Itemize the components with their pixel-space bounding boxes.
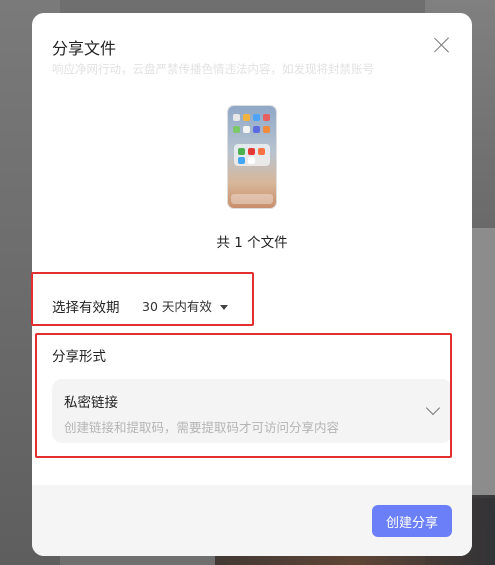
app-icon (248, 157, 255, 164)
dialog-notice: 响应净网行动，云盘严禁传播色情违法内容，如发现将封禁账号 (52, 62, 374, 76)
app-icon (233, 126, 240, 133)
chevron-down-icon (425, 400, 441, 416)
create-share-button[interactable]: 创建分享 (372, 505, 452, 537)
validity-dropdown[interactable]: 30 天内有效 (142, 296, 228, 315)
caret-down-icon (219, 305, 228, 310)
app-icon (263, 114, 270, 121)
share-type-title: 私密链接 (64, 395, 118, 411)
dock (231, 194, 273, 204)
file-thumbnail (228, 106, 276, 208)
file-count: 共 1 个文件 (216, 235, 288, 251)
dialog-title: 分享文件 (52, 39, 117, 58)
share-form-label: 分享形式 (52, 349, 106, 365)
close-icon[interactable] (434, 37, 450, 53)
app-icon (248, 148, 255, 155)
app-icon (243, 114, 250, 121)
share-type-desc: 创建链接和提取码，需要提取码才可访问分享内容 (64, 420, 340, 435)
validity-label: 选择有效期 (52, 300, 120, 316)
app-icon (263, 126, 270, 133)
validity-value: 30 天内有效 (142, 299, 212, 314)
app-icon (238, 148, 245, 155)
app-icon (253, 114, 260, 121)
app-icon (258, 148, 265, 155)
app-icon (253, 126, 260, 133)
app-icon (233, 114, 240, 121)
app-icon (238, 157, 245, 164)
share-dialog: 分享文件 响应净网行动，云盘严禁传播色情违法内容，如发现将封禁账号 共 1 个文… (32, 13, 472, 556)
dialog-footer: 创建分享 (32, 485, 472, 556)
app-icon (243, 126, 250, 133)
share-type-select[interactable]: 私密链接 创建链接和提取码，需要提取码才可访问分享内容 (52, 379, 452, 443)
